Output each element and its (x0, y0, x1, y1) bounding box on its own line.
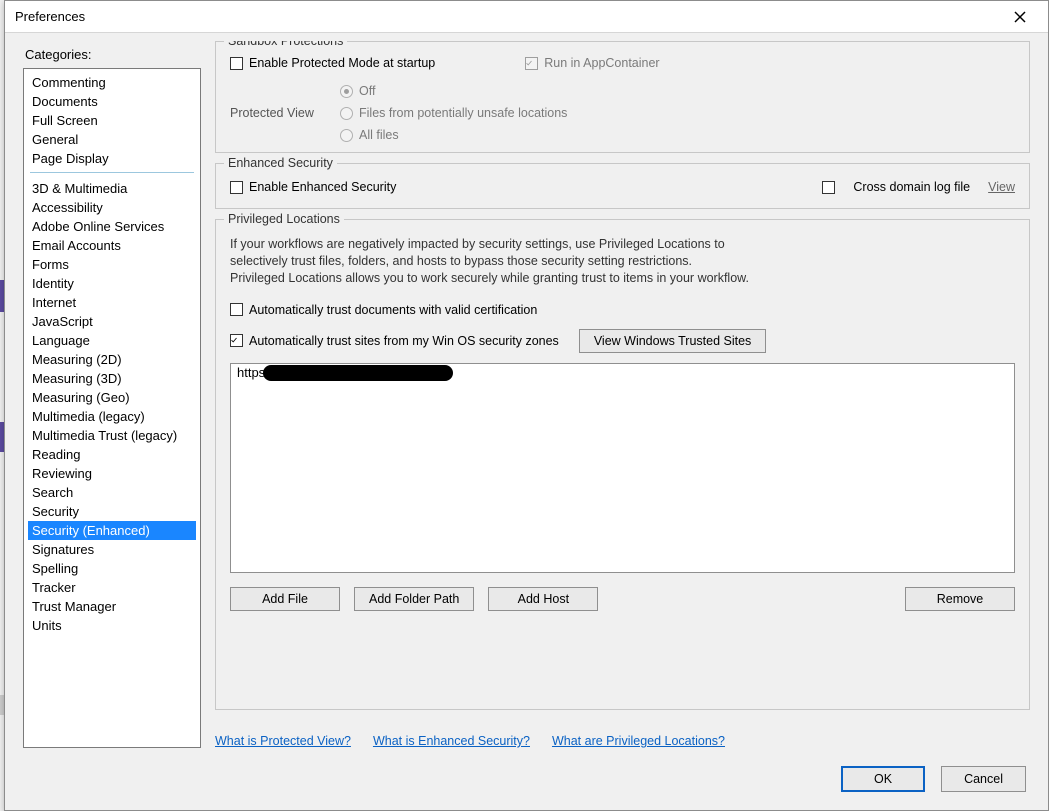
category-item[interactable]: Search (28, 483, 196, 502)
cross-domain-log-label: Cross domain log file (853, 180, 970, 194)
auto-trust-zones-label: Automatically trust sites from my Win OS… (249, 334, 559, 348)
category-item[interactable]: Identity (28, 274, 196, 293)
category-item[interactable]: Signatures (28, 540, 196, 559)
category-item[interactable]: Documents (28, 92, 196, 111)
category-item[interactable]: Page Display (28, 149, 196, 168)
what-is-enhanced-security-link[interactable]: What is Enhanced Security? (373, 734, 530, 748)
dialog-footer: OK Cancel (23, 756, 1030, 796)
dialog-title: Preferences (15, 9, 85, 24)
category-item[interactable]: Multimedia (legacy) (28, 407, 196, 426)
help-links-row: What is Protected View? What is Enhanced… (215, 734, 1030, 748)
category-item[interactable]: Units (28, 616, 196, 635)
category-item[interactable]: Trust Manager (28, 597, 196, 616)
what-is-protected-view-link[interactable]: What is Protected View? (215, 734, 351, 748)
protected-view-all-label: All files (359, 128, 399, 142)
categories-label: Categories: (25, 47, 201, 62)
redacted-text (263, 365, 453, 381)
remove-button[interactable]: Remove (905, 587, 1015, 611)
category-item[interactable]: Tracker (28, 578, 196, 597)
protected-view-label: Protected View (230, 106, 330, 120)
dialog-content: Categories: CommentingDocumentsFull Scre… (5, 33, 1048, 810)
close-button[interactable] (1000, 3, 1040, 31)
categories-list[interactable]: CommentingDocumentsFull ScreenGeneralPag… (23, 68, 201, 748)
group-legend: Sandbox Protections (224, 41, 347, 48)
list-item-text: https (237, 365, 265, 380)
preferences-dialog: Preferences Categories: CommentingDocume… (4, 0, 1049, 811)
category-item[interactable]: General (28, 130, 196, 149)
sandbox-protections-group: Sandbox Protections Enable Protected Mod… (215, 41, 1030, 153)
category-item[interactable]: Measuring (Geo) (28, 388, 196, 407)
view-log-link[interactable]: View (988, 180, 1015, 194)
group-legend: Privileged Locations (224, 212, 344, 226)
category-item[interactable]: Accessibility (28, 198, 196, 217)
categories-pane: Categories: CommentingDocumentsFull Scre… (23, 41, 201, 748)
auto-trust-cert-checkbox[interactable] (230, 303, 243, 316)
enable-protected-mode-checkbox[interactable] (230, 57, 243, 70)
category-item[interactable]: Measuring (2D) (28, 350, 196, 369)
add-file-button[interactable]: Add File (230, 587, 340, 611)
privileged-locations-list[interactable]: https (230, 363, 1015, 573)
what-are-privileged-locations-link[interactable]: What are Privileged Locations? (552, 734, 725, 748)
category-item[interactable]: Security (Enhanced) (28, 521, 196, 540)
category-item[interactable]: Spelling (28, 559, 196, 578)
category-item[interactable]: Multimedia Trust (legacy) (28, 426, 196, 445)
auto-trust-cert-label: Automatically trust documents with valid… (249, 303, 537, 317)
enable-enhanced-security-checkbox[interactable] (230, 181, 243, 194)
enhanced-security-group: Enhanced Security Enable Enhanced Securi… (215, 163, 1030, 209)
category-item[interactable]: Forms (28, 255, 196, 274)
category-item[interactable]: Email Accounts (28, 236, 196, 255)
run-in-appcontainer-checkbox (525, 57, 538, 70)
add-folder-path-button[interactable]: Add Folder Path (354, 587, 474, 611)
category-item[interactable]: 3D & Multimedia (28, 179, 196, 198)
protected-view-off-label: Off (359, 84, 375, 98)
auto-trust-zones-checkbox[interactable] (230, 334, 243, 347)
category-item[interactable]: Language (28, 331, 196, 350)
protected-view-all-radio (340, 129, 353, 142)
enable-protected-mode-label: Enable Protected Mode at startup (249, 56, 435, 70)
cancel-button[interactable]: Cancel (941, 766, 1026, 792)
category-item[interactable]: Reviewing (28, 464, 196, 483)
ok-button[interactable]: OK (841, 766, 925, 792)
category-item[interactable]: Measuring (3D) (28, 369, 196, 388)
category-item[interactable]: Commenting (28, 73, 196, 92)
privileged-locations-group: Privileged Locations If your workflows a… (215, 219, 1030, 710)
category-item[interactable]: Security (28, 502, 196, 521)
titlebar: Preferences (5, 1, 1048, 33)
protected-view-unsafe-label: Files from potentially unsafe locations (359, 106, 567, 120)
list-item[interactable]: https (231, 364, 1014, 382)
close-icon (1014, 11, 1026, 23)
view-trusted-sites-button[interactable]: View Windows Trusted Sites (579, 329, 766, 353)
category-item[interactable]: Internet (28, 293, 196, 312)
run-in-appcontainer-label: Run in AppContainer (544, 56, 659, 70)
category-item[interactable]: JavaScript (28, 312, 196, 331)
protected-view-unsafe-radio (340, 107, 353, 120)
category-item[interactable]: Adobe Online Services (28, 217, 196, 236)
category-separator (30, 172, 194, 173)
category-item[interactable]: Reading (28, 445, 196, 464)
group-legend: Enhanced Security (224, 156, 337, 170)
privileged-description: If your workflows are negatively impacte… (230, 236, 750, 287)
settings-pane: Sandbox Protections Enable Protected Mod… (215, 41, 1030, 748)
protected-view-options: Off Files from potentially unsafe locati… (340, 84, 1015, 142)
cross-domain-log-checkbox[interactable] (822, 181, 835, 194)
category-item[interactable]: Full Screen (28, 111, 196, 130)
enable-enhanced-security-label: Enable Enhanced Security (249, 180, 396, 194)
add-host-button[interactable]: Add Host (488, 587, 598, 611)
protected-view-off-radio (340, 85, 353, 98)
